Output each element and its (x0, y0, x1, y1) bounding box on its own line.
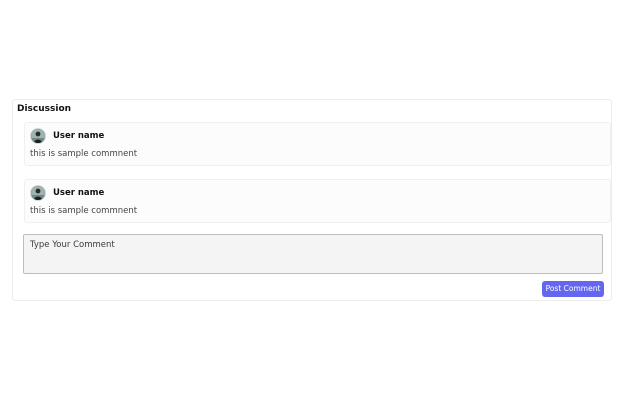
comment-card: User name this is sample commnent (24, 122, 611, 166)
discussion-title: Discussion (17, 104, 72, 114)
comment-text: this is sample commnent (30, 149, 138, 159)
user-avatar-icon (30, 185, 46, 201)
discussion-panel: Discussion User name this is sample comm… (12, 99, 612, 301)
comment-card: User name this is sample commnent (24, 179, 611, 223)
comment-input[interactable] (23, 234, 603, 274)
comment-author: User name (53, 131, 105, 141)
comment-author: User name (53, 188, 105, 198)
comment-text: this is sample commnent (30, 206, 138, 216)
post-comment-button[interactable]: Post Comment (542, 281, 604, 297)
user-avatar-icon (30, 128, 46, 144)
